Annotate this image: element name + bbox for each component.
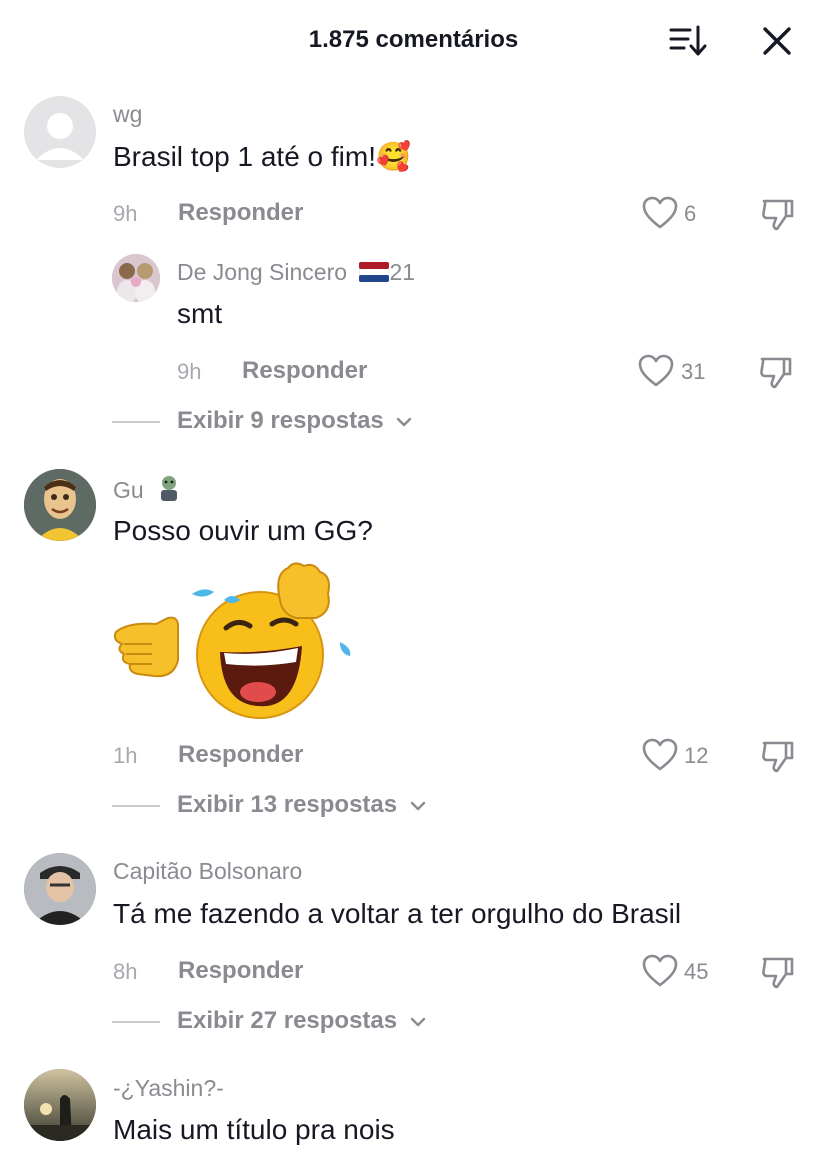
heart-outline-icon — [638, 354, 674, 387]
close-icon — [763, 27, 791, 55]
comment-text: Brasil top 1 até o fim!🥰 — [113, 140, 411, 173]
heart-outline-icon — [642, 954, 678, 987]
thumbs-down-icon — [762, 741, 794, 773]
zombie-emoji-icon — [161, 476, 178, 501]
reply-dislike-button[interactable] — [758, 354, 794, 390]
comment-username[interactable]: -¿Yashin?- — [113, 1075, 224, 1102]
reply-like-count: 31 — [681, 359, 706, 384]
chevron-down-icon — [410, 1017, 425, 1026]
view-replies-button[interactable]: Exibir 27 respostas — [177, 1007, 426, 1035]
dislike-button[interactable] — [760, 738, 796, 774]
avatar[interactable] — [24, 1069, 96, 1141]
reply-avatar[interactable] — [112, 254, 160, 302]
chevron-down-icon — [397, 417, 412, 426]
avatar[interactable] — [24, 469, 96, 541]
reply-button[interactable]: Responder — [178, 741, 303, 769]
close-button[interactable] — [758, 22, 796, 60]
sort-icon — [669, 25, 707, 56]
comment-text: Tá me fazendo a voltar a ter orgulho do … — [113, 898, 682, 929]
netherlands-flag-icon — [358, 261, 390, 283]
thumbs-down-icon — [762, 199, 794, 231]
comment-time: 1h — [113, 743, 138, 768]
reply-text: smt — [177, 298, 223, 329]
thumbs-down-icon — [760, 357, 792, 389]
heart-outline-icon — [642, 738, 678, 771]
chevron-down-icon — [410, 801, 425, 810]
dislike-button[interactable] — [760, 196, 796, 232]
comment-username[interactable]: wg — [113, 101, 142, 128]
avatar-image — [24, 853, 96, 925]
reply-button[interactable]: Responder — [178, 199, 303, 227]
sort-button[interactable] — [668, 24, 708, 58]
reply-reply-button[interactable]: Responder — [242, 357, 367, 385]
reply-like-button[interactable] — [638, 354, 674, 388]
heart-outline-icon — [642, 196, 678, 229]
divider — [112, 1021, 160, 1023]
reply-avatar-image — [112, 254, 160, 302]
like-count: 45 — [684, 959, 709, 984]
smiling-hearts-emoji: 🥰 — [376, 140, 411, 173]
avatar[interactable] — [24, 96, 96, 168]
view-replies-button[interactable]: Exibir 9 respostas — [177, 407, 412, 435]
reply-button[interactable]: Responder — [178, 957, 303, 985]
avatar[interactable] — [24, 853, 96, 925]
divider — [112, 805, 160, 807]
comment-time: 9h — [113, 201, 138, 226]
reply-username[interactable]: De Jong Sincero 21 — [177, 259, 415, 286]
avatar-image — [24, 469, 96, 541]
comment-text: Posso ouvir um GG? — [113, 515, 373, 546]
like-count: 12 — [684, 743, 709, 768]
view-replies-button[interactable]: Exibir 13 respostas — [177, 791, 426, 819]
laughing-pointing-sticker — [108, 560, 358, 725]
comment-text: Mais um título pra nois — [113, 1114, 395, 1145]
comment-time: 8h — [113, 959, 138, 984]
comment-username[interactable]: Capitão Bolsonaro — [113, 858, 302, 885]
divider — [112, 421, 160, 423]
reply-time: 9h — [177, 359, 202, 384]
avatar-image — [24, 1069, 96, 1141]
thumbs-down-icon — [762, 957, 794, 989]
like-count: 6 — [684, 201, 697, 226]
like-button[interactable] — [642, 196, 678, 230]
default-avatar-icon — [36, 113, 84, 160]
like-button[interactable] — [642, 954, 678, 988]
comment-username[interactable]: Gu — [113, 475, 182, 504]
like-button[interactable] — [642, 738, 678, 772]
dislike-button[interactable] — [760, 954, 796, 990]
